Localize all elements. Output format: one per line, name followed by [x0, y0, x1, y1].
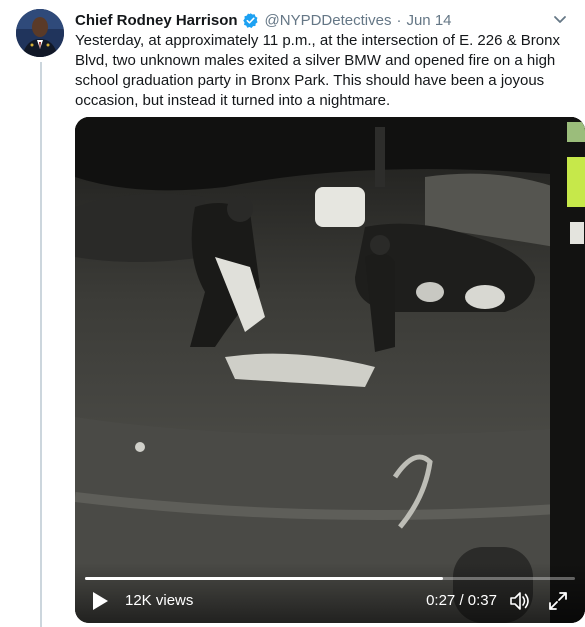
video-time: 0:27 / 0:37 [426, 592, 497, 609]
progress-fill [85, 577, 443, 580]
time-separator: / [455, 592, 468, 609]
volume-icon[interactable] [509, 590, 533, 612]
thread-line [40, 62, 42, 627]
fullscreen-icon[interactable] [547, 590, 569, 612]
chevron-down-icon[interactable] [553, 12, 567, 23]
progress-bar[interactable] [85, 577, 575, 580]
current-time: 0:27 [426, 592, 456, 609]
tweet-text: Yesterday, at approximately 11 p.m., at … [75, 32, 560, 109]
view-count: 12K views [125, 592, 194, 609]
separator-dot: · [396, 11, 402, 29]
video-player[interactable]: 12K views 0:27 / 0:37 [75, 117, 585, 623]
tweet-header: Chief Rodney Harrison @NYPDDetectives · … [75, 9, 575, 31]
play-icon[interactable] [91, 591, 109, 611]
author-handle[interactable]: @NYPDDetectives [265, 12, 392, 29]
verified-badge-icon [242, 12, 259, 29]
video-frame [75, 117, 585, 623]
avatar[interactable] [16, 9, 64, 57]
duration: 0:37 [467, 592, 497, 609]
video-controls: 12K views 0:27 / 0:37 [75, 563, 585, 623]
tweet-date[interactable]: Jun 14 [406, 12, 451, 29]
author-name[interactable]: Chief Rodney Harrison [75, 12, 238, 29]
